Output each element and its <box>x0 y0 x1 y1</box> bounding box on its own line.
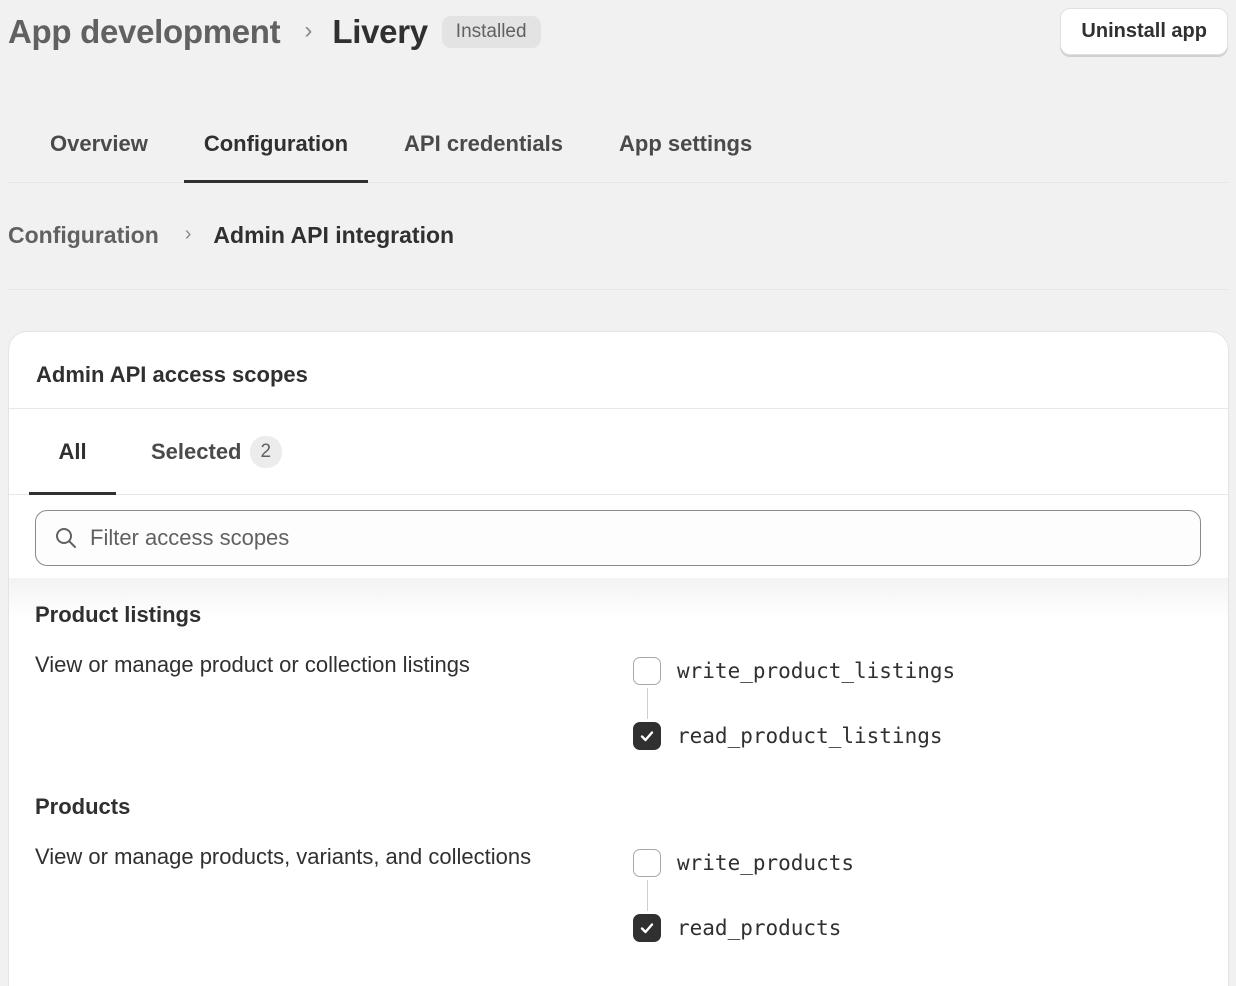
tab-overview[interactable]: Overview <box>30 106 168 182</box>
scope-row-read-products[interactable]: read_products <box>633 911 854 945</box>
page: App development › Livery Installed Unins… <box>0 0 1236 986</box>
section-breadcrumb: Configuration › Admin API integration <box>8 210 1228 290</box>
checkbox-write-products[interactable] <box>633 849 661 877</box>
scope-name: write_products <box>677 851 855 875</box>
access-scopes-card: Admin API access scopes All Selected 2 P… <box>9 332 1228 986</box>
filter-search-field[interactable] <box>35 510 1201 566</box>
breadcrumb-configuration[interactable]: Configuration <box>8 210 159 249</box>
tab-app-settings[interactable]: App settings <box>599 106 772 182</box>
breadcrumb-chevron-icon: › <box>184 223 192 245</box>
group-title: Product listings <box>35 602 202 627</box>
breadcrumb-separator-icon: › <box>304 17 313 44</box>
filter-access-scopes-input[interactable] <box>90 525 1200 551</box>
scope-row-read-product-listings[interactable]: read_product_listings <box>633 719 955 753</box>
group-description: View or manage product or collection lis… <box>35 652 470 677</box>
tab-api-credentials[interactable]: API credentials <box>384 106 583 182</box>
scope-list: write_products read_products <box>633 846 854 945</box>
scope-tab-selected[interactable]: Selected 2 <box>151 409 283 494</box>
uninstall-app-button[interactable]: Uninstall app <box>1060 8 1228 55</box>
checkbox-read-product-listings[interactable] <box>633 722 661 750</box>
group-description: View or manage products, variants, and c… <box>35 844 532 869</box>
tab-configuration[interactable]: Configuration <box>183 106 369 183</box>
scope-group-product-listings: Product listings View or manage product … <box>35 602 1228 750</box>
breadcrumb-app-development[interactable]: App development <box>8 13 281 51</box>
section-title: Admin API integration <box>213 222 455 248</box>
scope-tab-bar: All Selected 2 <box>9 409 1228 495</box>
status-badge: Installed <box>441 16 541 48</box>
scope-tab-selected-label: Selected <box>151 438 242 464</box>
scope-group-products: Products View or manage products, varian… <box>35 794 1228 942</box>
scope-list: write_product_listings read_product_list… <box>633 654 955 753</box>
group-title: Products <box>35 794 131 819</box>
tab-bar: Overview Configuration API credentials A… <box>8 106 1228 183</box>
scope-connector-line <box>647 880 648 911</box>
scope-name: read_product_listings <box>677 724 943 748</box>
scope-name: write_product_listings <box>677 659 956 683</box>
checkmark-icon <box>640 731 654 742</box>
scope-connector-line <box>647 688 648 719</box>
checkmark-icon <box>640 923 654 934</box>
scope-row-write-product-listings[interactable]: write_product_listings <box>633 654 955 688</box>
checkbox-write-product-listings[interactable] <box>633 657 661 685</box>
search-icon <box>56 528 76 548</box>
selected-count-badge: 2 <box>249 435 283 468</box>
card-title: Admin API access scopes <box>36 362 308 387</box>
scope-row-write-products[interactable]: write_products <box>633 846 854 880</box>
scope-name: read_products <box>677 916 842 940</box>
scope-tab-all[interactable]: All <box>29 409 116 495</box>
checkbox-read-products[interactable] <box>633 914 661 942</box>
page-header: App development › Livery Installed Unins… <box>8 8 1228 56</box>
page-title: Livery <box>332 13 428 50</box>
